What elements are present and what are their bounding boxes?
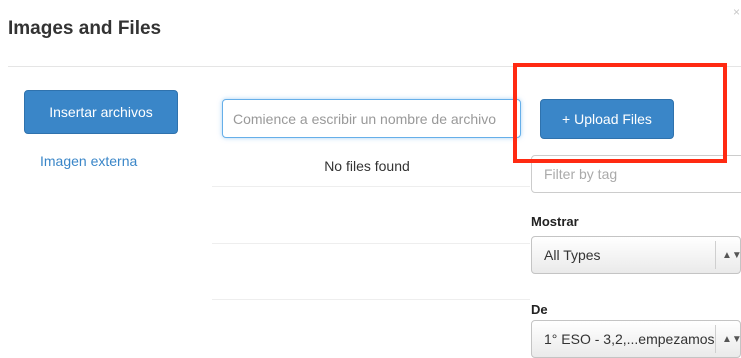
source-select[interactable]: 1° ESO - 3,2,...empezamos ▲▼ [531, 320, 741, 358]
select-divider [715, 241, 716, 269]
close-icon[interactable]: × [733, 6, 740, 18]
insert-files-button-label: Insertar archivos [49, 104, 153, 120]
select-arrows-icon: ▲▼ [722, 249, 741, 261]
insert-files-button[interactable]: Insertar archivos [24, 90, 178, 134]
no-files-message: No files found [324, 158, 410, 174]
file-list-divider [212, 243, 530, 244]
file-list-divider [212, 299, 530, 300]
select-divider [715, 325, 716, 353]
modal-title: Images and Files [8, 18, 162, 39]
tag-filter-input[interactable] [531, 155, 741, 193]
type-select-value: All Types [544, 247, 601, 263]
upload-files-button[interactable]: + Upload Files [540, 99, 674, 139]
file-search-input[interactable] [222, 99, 521, 138]
source-select-value: 1° ESO - 3,2,...empezamos [544, 331, 715, 347]
type-select[interactable]: All Types ▲▼ [531, 236, 741, 274]
source-label: De [531, 302, 548, 317]
upload-files-button-label: + Upload Files [562, 111, 652, 127]
file-list-divider [212, 186, 530, 187]
show-type-label: Mostrar [531, 214, 579, 229]
header-divider [8, 66, 741, 67]
select-arrows-icon: ▲▼ [722, 333, 741, 345]
external-image-link[interactable]: Imagen externa [40, 153, 137, 169]
